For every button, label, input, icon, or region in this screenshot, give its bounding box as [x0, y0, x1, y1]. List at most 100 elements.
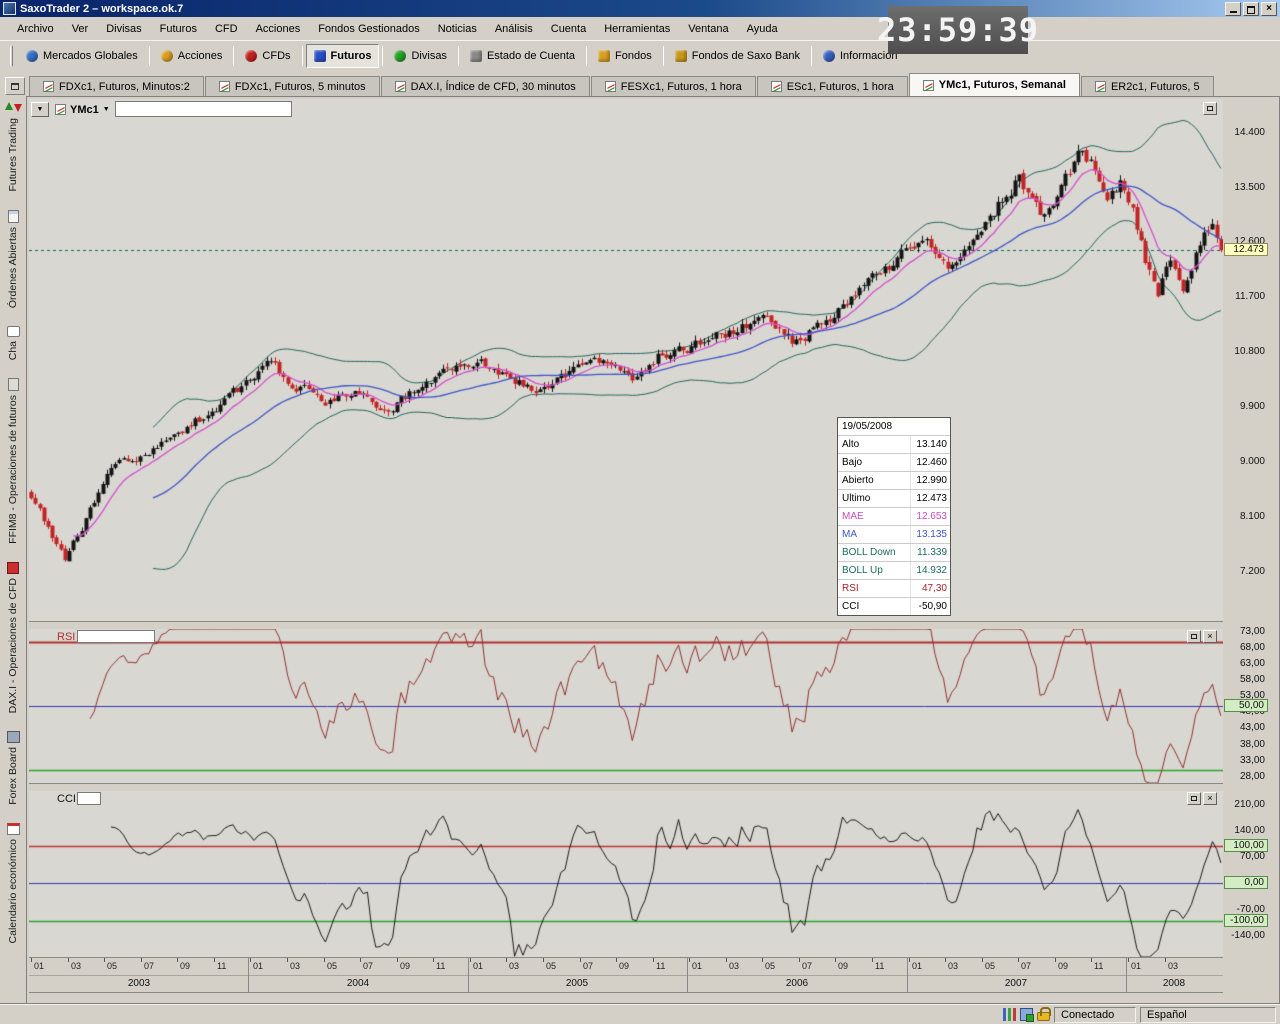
chart-rest​ore-button[interactable]: [1203, 102, 1217, 115]
stocks-icon: [161, 50, 173, 62]
rail-item-forex-board[interactable]: Forex Board: [0, 731, 26, 805]
tab-label: FESXc1, Futuros, 1 hora: [621, 81, 742, 93]
chart-status-icon[interactable]: [1003, 1008, 1016, 1021]
rsi-axis-label: 63,00: [1225, 658, 1265, 669]
month-tick: [397, 958, 398, 962]
year-separator: [907, 957, 908, 993]
tab-dax-i-índice-de-cfd-30-minutos[interactable]: DAX.I, Índice de CFD, 30 minutos: [381, 76, 590, 96]
network-status-icon[interactable]: [1020, 1008, 1033, 1021]
cci-restore-button[interactable]: [1187, 792, 1201, 805]
rail-item-futures-trading[interactable]: Futures Trading: [0, 100, 26, 192]
price-chart-canvas[interactable]: [29, 99, 1223, 621]
year-separator: [248, 957, 249, 993]
month-label: 07: [802, 961, 812, 971]
cci-level-box: 100,00: [1224, 839, 1268, 852]
chart-window: ▼ YMc1 ▼ RSI × CCI × 19/05/2008 Alto13.1…: [26, 96, 1280, 1004]
rsi-axis-label: 58,00: [1225, 674, 1265, 685]
close-button[interactable]: ×: [1261, 2, 1277, 16]
rail-item-órdenes-abiertas[interactable]: Órdenes Abiertas: [0, 210, 26, 308]
tab-fdxc1-futuros-5-minutos[interactable]: FDXc1, Futuros, 5 minutos: [205, 76, 380, 96]
rail-item-calendario-económico[interactable]: Calendario económico: [0, 823, 26, 943]
month-label: 05: [546, 961, 556, 971]
toolbar-button-cfds[interactable]: CFDs: [237, 44, 298, 68]
year-label: 2003: [109, 978, 169, 989]
menu-item-acciones[interactable]: Acciones: [247, 20, 310, 38]
rail-item-label: Cha: [7, 341, 19, 360]
window-list-button[interactable]: [5, 77, 25, 95]
toolbar-button-mercados-globales[interactable]: Mercados Globales: [18, 44, 146, 68]
rail-item-cha[interactable]: Cha: [0, 326, 26, 360]
cci-axis-label: 210,00: [1225, 799, 1265, 810]
toolbar-separator: [811, 46, 812, 66]
tab-fesxc1-futuros-1-hora[interactable]: FESXc1, Futuros, 1 hora: [591, 76, 756, 96]
minimize-button[interactable]: [1225, 2, 1241, 16]
price-axis-label: 8.100: [1225, 511, 1265, 522]
app-icon: [3, 2, 16, 15]
cci-chart-canvas[interactable]: [29, 791, 1223, 957]
tab-er2c1-futuros-5[interactable]: ER2c1, Futuros, 5: [1081, 76, 1214, 96]
toolbar-button-acciones[interactable]: Acciones: [153, 44, 231, 68]
maximize-button[interactable]: [1243, 2, 1259, 16]
rail-item-dax-i-operaciones-de-cfd[interactable]: DAX.I - Operaciones de CFD: [0, 562, 26, 713]
toolbar-button-estado-de-cuenta[interactable]: Estado de Cuenta: [462, 44, 583, 68]
lock-icon[interactable]: [1037, 1012, 1050, 1021]
cci-close-button[interactable]: ×: [1203, 792, 1217, 805]
tab-esc1-futuros-1-hora[interactable]: ESc1, Futuros, 1 hora: [757, 76, 908, 96]
month-label: 05: [765, 961, 775, 971]
month-label: 07: [363, 961, 373, 971]
tooltip-label: BOLL Down: [838, 544, 910, 561]
menu-item-archivo[interactable]: Archivo: [8, 20, 63, 38]
menu-item-ver[interactable]: Ver: [63, 20, 98, 38]
menu-item-cuenta[interactable]: Cuenta: [542, 20, 595, 38]
rsi-input[interactable]: [77, 630, 155, 643]
tab-label: ESc1, Futuros, 1 hora: [787, 81, 894, 93]
menu-item-ayuda[interactable]: Ayuda: [738, 20, 787, 38]
month-label: 03: [948, 961, 958, 971]
rail-item-label: Futures Trading: [7, 118, 19, 192]
rail-item-label: Calendario económico: [7, 839, 19, 943]
cci-panel-splitter[interactable]: [29, 783, 1223, 791]
menu-item-divisas[interactable]: Divisas: [97, 20, 150, 38]
tooltip-row: CCI-50,90: [838, 597, 950, 615]
month-label: 03: [290, 961, 300, 971]
menu-item-cfd[interactable]: CFD: [206, 20, 247, 38]
month-label: 05: [107, 961, 117, 971]
menu-item-fondos-gestionados[interactable]: Fondos Gestionados: [309, 20, 429, 38]
chart-dropdown-button[interactable]: ▼: [31, 102, 49, 117]
arrows-icon: [5, 100, 22, 114]
menu-item-análisis[interactable]: Análisis: [486, 20, 542, 38]
toolbar-button-label: Mercados Globales: [43, 50, 138, 62]
cci-level-box: -100,00: [1224, 914, 1268, 927]
month-tick: [945, 958, 946, 962]
rsi-panel-splitter[interactable]: [29, 621, 1223, 629]
month-tick: [1128, 958, 1129, 962]
rail-item-label: Órdenes Abiertas: [7, 227, 19, 308]
rsi-close-button[interactable]: ×: [1203, 630, 1217, 643]
menu-item-herramientas[interactable]: Herramientas: [595, 20, 679, 38]
tooltip-value: 47,30: [910, 580, 950, 597]
rsi-axis-label: 33,00: [1225, 755, 1265, 766]
titlebar[interactable]: SaxoTrader 2 – workspace.ok.7 ×: [0, 0, 1280, 17]
tooltip-date: 19/05/2008: [838, 418, 950, 435]
cci-axis-label: -140,00: [1225, 930, 1265, 941]
menu-item-futuros[interactable]: Futuros: [151, 20, 206, 38]
menu-item-noticias[interactable]: Noticias: [429, 20, 486, 38]
toolbar-button-divisas[interactable]: Divisas: [386, 44, 454, 68]
month-label: 11: [875, 961, 884, 971]
toolbar-button-futuros[interactable]: Futuros: [306, 44, 380, 68]
symbol-selector[interactable]: YMc1 ▼: [55, 102, 110, 117]
symbol-search-input[interactable]: [115, 101, 292, 117]
rsi-chart-canvas[interactable]: [29, 629, 1223, 783]
month-label: 01: [253, 961, 263, 971]
rail-item-ffim8-operaciones-de-futuros[interactable]: FFIM8 - Operaciones de futuros: [0, 378, 26, 544]
rsi-restore-button[interactable]: [1187, 630, 1201, 643]
rsi-axis-label: 68,00: [1225, 642, 1265, 653]
menu-item-ventana[interactable]: Ventana: [679, 20, 737, 38]
tab-fdxc1-futuros-minutos-2[interactable]: FDXc1, Futuros, Minutos:2: [29, 76, 204, 96]
status-bar: Conectado Español: [0, 1004, 1280, 1024]
toolbar-button-fondos-de-saxo-bank[interactable]: Fondos de Saxo Bank: [667, 44, 808, 68]
price-axis-label: 14.400: [1225, 127, 1265, 138]
cci-input[interactable]: [77, 792, 101, 805]
toolbar-button-fondos[interactable]: Fondos: [590, 44, 660, 68]
tab-ymc1-futuros-semanal[interactable]: YMc1, Futuros, Semanal: [909, 73, 1080, 96]
